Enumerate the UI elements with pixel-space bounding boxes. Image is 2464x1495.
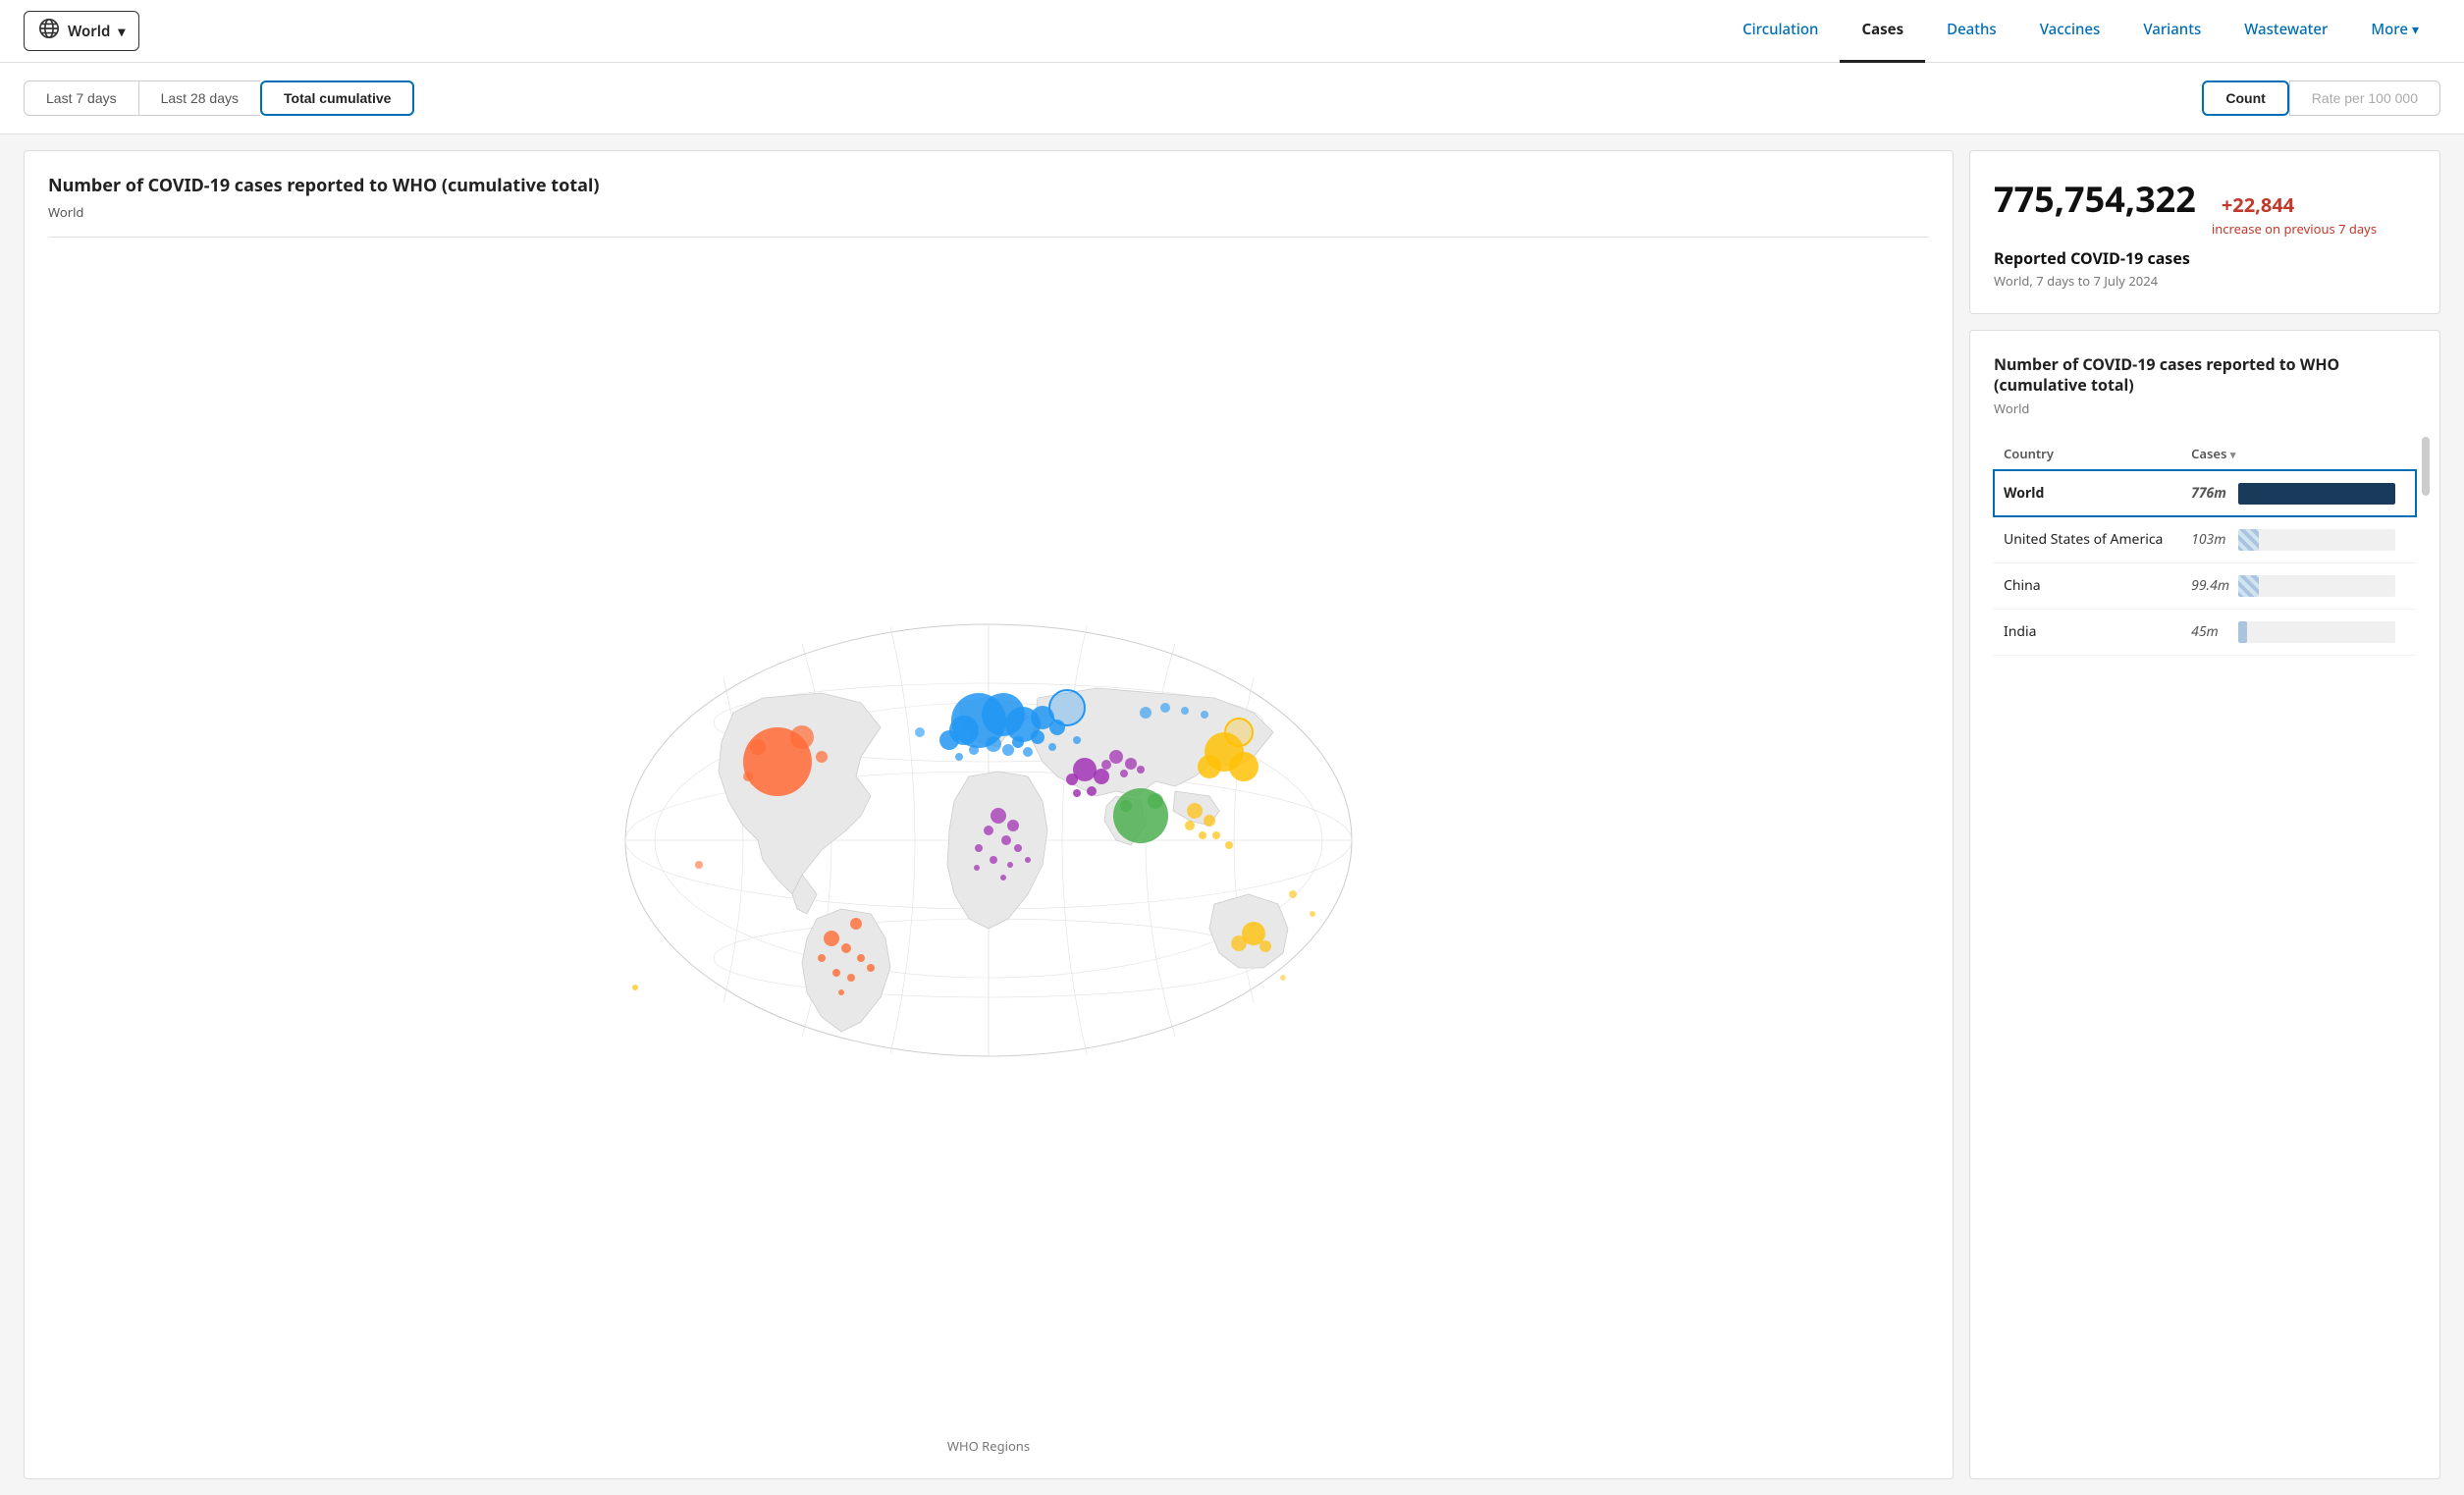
scrollbar[interactable]: [2422, 437, 2430, 496]
table-scroll-area: Country Cases World 776m: [1994, 437, 2416, 656]
map-panel: Number of COVID-19 cases reported to WHO…: [24, 150, 1954, 1479]
bar-background: [2238, 575, 2395, 597]
main-content: Number of COVID-19 cases reported to WHO…: [0, 134, 2464, 1495]
chevron-down-icon: [118, 22, 125, 41]
country-name: China: [1994, 562, 2181, 609]
tab-last-28-days[interactable]: Last 28 days: [138, 80, 260, 116]
table-card: Number of COVID-19 cases reported to WHO…: [1969, 330, 2440, 1479]
col-header-cases[interactable]: Cases: [2181, 437, 2416, 471]
nav-circulation[interactable]: Circulation: [1721, 0, 1840, 63]
rate-tab-group: Count Rate per 100 000: [2202, 80, 2440, 116]
map-title: Number of COVID-19 cases reported to WHO…: [48, 175, 1929, 197]
cases-value: 99.4m: [2191, 576, 2230, 595]
table-header-row: Country Cases: [1994, 437, 2416, 471]
stats-card: 775,754,322 +22,844 increase on previous…: [1969, 150, 2440, 314]
nav-variants[interactable]: Variants: [2121, 0, 2223, 63]
world-label: World: [68, 22, 110, 41]
nav-more[interactable]: More: [2349, 0, 2440, 63]
bar-background: [2238, 621, 2395, 643]
globe-icon: [38, 18, 60, 44]
filter-bar: Last 7 days Last 28 days Total cumulativ…: [0, 63, 2464, 134]
nav-wastewater[interactable]: Wastewater: [2223, 0, 2349, 63]
map-container: [48, 253, 1929, 1427]
nav-deaths[interactable]: Deaths: [1925, 0, 2018, 63]
tab-total-cumulative[interactable]: Total cumulative: [260, 80, 414, 116]
stats-period-label: World, 7 days to 7 July 2024: [1994, 272, 2416, 290]
cases-value: 103m: [2191, 530, 2230, 549]
bar-background: [2238, 529, 2395, 551]
country-name: India: [1994, 609, 2181, 655]
map-legend-label: WHO Regions: [48, 1437, 1929, 1455]
table-card-title: Number of COVID-19 cases reported to WHO…: [1994, 354, 2416, 396]
cases-increase-value: +22,844: [2222, 191, 2294, 218]
cases-cell: 776m: [2181, 470, 2416, 516]
table-row[interactable]: United States of America 103m: [1994, 516, 2416, 562]
map-subtitle: World: [48, 203, 1929, 221]
bar-fill-world: [2238, 483, 2395, 505]
chevron-down-icon: [2412, 20, 2419, 39]
sort-icon: [2230, 445, 2236, 462]
time-tab-group: Last 7 days Last 28 days Total cumulativ…: [24, 80, 414, 116]
header: World Circulation Cases Deaths Vaccines …: [0, 0, 2464, 63]
country-name: United States of America: [1994, 516, 2181, 562]
cases-cell: 99.4m: [2181, 562, 2416, 609]
cases-cell: 45m: [2181, 609, 2416, 655]
bar-fill-china: [2238, 575, 2258, 597]
table-row[interactable]: China 99.4m: [1994, 562, 2416, 609]
main-nav: Circulation Cases Deaths Vaccines Varian…: [1721, 0, 2440, 63]
nav-cases[interactable]: Cases: [1840, 0, 1925, 63]
right-panel: 775,754,322 +22,844 increase on previous…: [1969, 150, 2440, 1479]
world-selector[interactable]: World: [24, 11, 139, 51]
tab-count[interactable]: Count: [2202, 80, 2288, 116]
cases-cell: 103m: [2181, 516, 2416, 562]
bar-fill-india: [2238, 621, 2247, 643]
tab-rate-per-100k[interactable]: Rate per 100 000: [2289, 80, 2440, 116]
cases-table: Country Cases World 776m: [1994, 437, 2416, 656]
cases-value: 45m: [2191, 622, 2230, 641]
col-header-country: Country: [1994, 437, 2181, 471]
cases-increase-label: increase on previous 7 days: [2212, 220, 2377, 238]
tab-last-7-days[interactable]: Last 7 days: [24, 80, 138, 116]
total-cases-number: 775,754,322: [1994, 175, 2196, 223]
bar-fill-usa: [2238, 529, 2259, 551]
table-card-subtitle: World: [1994, 400, 2416, 417]
country-name: World: [1994, 470, 2181, 516]
reported-cases-label: Reported COVID-19 cases: [1994, 247, 2416, 269]
table-row[interactable]: World 776m: [1994, 470, 2416, 516]
world-map: [606, 605, 1371, 1076]
table-row[interactable]: India 45m: [1994, 609, 2416, 655]
bar-background: [2238, 483, 2395, 505]
cases-value: 776m: [2191, 484, 2230, 503]
nav-vaccines[interactable]: Vaccines: [2018, 0, 2122, 63]
